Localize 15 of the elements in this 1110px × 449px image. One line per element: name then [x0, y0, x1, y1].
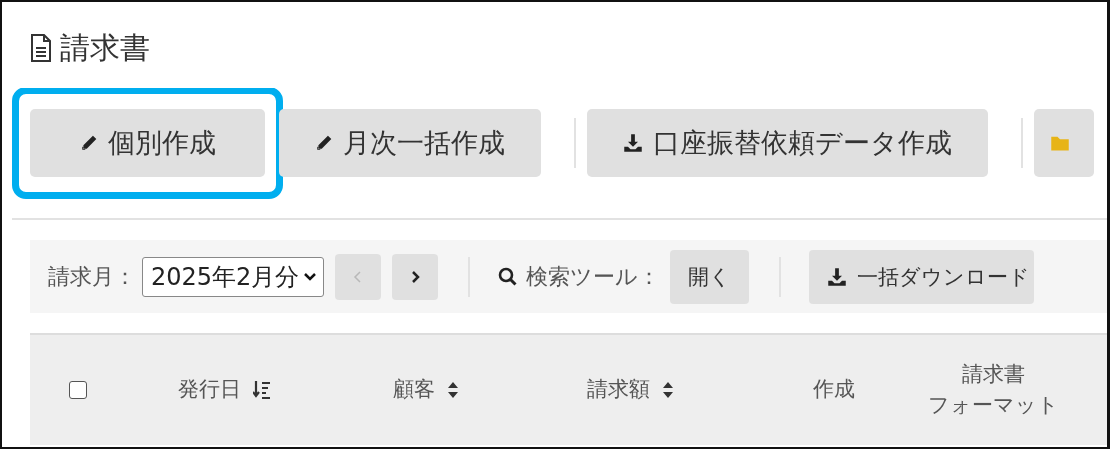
- column-header: 作成: [813, 376, 855, 404]
- month-label: 請求月：: [48, 262, 136, 291]
- page-title: 請求書: [60, 28, 150, 67]
- month-select[interactable]: 2025年2月分: [142, 256, 325, 297]
- toolbar-button[interactable]: 口座振替依頼データ作成: [587, 109, 988, 177]
- search-tool-label: 検索ツール：: [526, 262, 661, 291]
- column-header[interactable]: 請求額: [586, 374, 650, 406]
- bulk-download-button[interactable]: 一括ダウンロード: [809, 249, 1035, 304]
- column-header: フォーマット: [927, 392, 1059, 419]
- column-header[interactable]: 発行日: [177, 374, 241, 406]
- column-header: 請求書: [960, 360, 1026, 388]
- toolbar-button[interactable]: 個別作成: [30, 109, 265, 177]
- column-header[interactable]: 顧客: [393, 374, 435, 406]
- open-button[interactable]: 開く: [670, 249, 750, 304]
- toolbar-button[interactable]: 月次一括作成: [279, 109, 541, 177]
